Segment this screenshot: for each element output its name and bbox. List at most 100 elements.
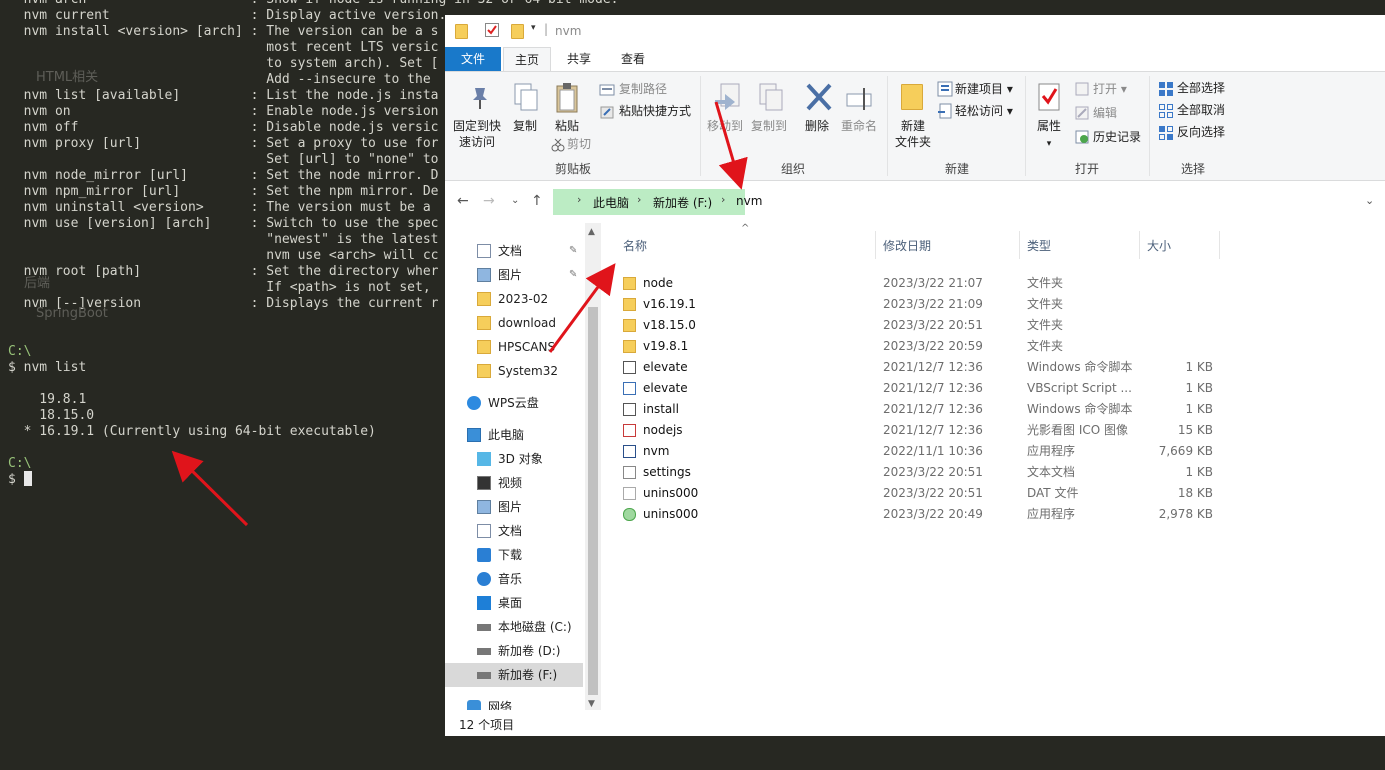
file-row[interactable]: nodejs 2021/12/7 12:36 光影看图 ICO 图像 15 KB (619, 420, 1219, 441)
terminal-line: nvm current : Display active version. (8, 8, 447, 23)
nav-item[interactable]: 音乐 (445, 567, 583, 591)
select-all-button[interactable]: 全部选择 (1177, 79, 1225, 97)
nav-item[interactable]: 图片 ✎ (445, 263, 583, 287)
nav-item[interactable]: 下载 (445, 543, 583, 567)
column-separator[interactable] (1139, 231, 1140, 259)
forward-arrow-icon[interactable]: → (483, 193, 495, 209)
file-row[interactable]: elevate 2021/12/7 12:36 Windows 命令脚本 1 KB (619, 357, 1219, 378)
nav-item-label: 本地磁盘 (C:) (498, 620, 572, 634)
up-arrow-icon[interactable]: ↑ (531, 193, 543, 209)
background-ghost-text: SpringBoot (36, 306, 108, 321)
terminal-line: nvm install <version> [arch] : The versi… (8, 24, 439, 39)
nav-item[interactable]: 视频 (445, 471, 583, 495)
pin-to-quick-access-button[interactable]: 固定到快 速访问 (449, 118, 505, 150)
3d-objects-icon (477, 452, 491, 466)
nav-item[interactable]: 2023-02 (445, 287, 583, 311)
nav-item[interactable]: 3D 对象 (445, 447, 583, 471)
chevron-down-icon[interactable]: ▾ (531, 23, 536, 33)
new-item-button[interactable]: 新建项目 ▾ (955, 80, 1013, 98)
file-date: 2022/11/1 10:36 (883, 444, 983, 458)
rename-icon (845, 86, 875, 115)
nav-item[interactable]: download (445, 311, 583, 335)
file-row[interactable]: v16.19.1 2023/3/22 21:09 文件夹 (619, 294, 1219, 315)
breadcrumb-this-pc[interactable]: 此电脑 (593, 194, 629, 211)
copy-to-button[interactable]: 复制到 (747, 118, 791, 134)
cut-button[interactable]: 剪切 (567, 135, 591, 153)
nav-item[interactable]: 新加卷 (D:) (445, 639, 583, 663)
select-none-button[interactable]: 全部取消 (1177, 101, 1225, 119)
nav-item[interactable]: 桌面 (445, 591, 583, 615)
new-folder-icon[interactable] (511, 24, 524, 39)
tab-home[interactable]: 主页 (503, 47, 551, 71)
file-row[interactable]: settings 2023/3/22 20:51 文本文档 1 KB (619, 462, 1219, 483)
properties-button[interactable]: 属性 ▾ (1031, 118, 1067, 152)
copy-path-button[interactable]: 复制路径 (619, 80, 667, 98)
back-arrow-icon[interactable]: ← (457, 193, 469, 209)
address-dropdown-chevron-icon[interactable]: ⌄ (1365, 194, 1374, 207)
file-name: v16.19.1 (643, 297, 696, 311)
easy-access-button[interactable]: 轻松访问 ▾ (955, 102, 1013, 120)
videos-icon (477, 476, 491, 490)
nav-item[interactable]: 文档 ✎ (445, 239, 583, 263)
tab-view[interactable]: 查看 (611, 47, 655, 71)
nav-item[interactable]: 本地磁盘 (C:) (445, 615, 583, 639)
rename-button[interactable]: 重命名 (837, 118, 881, 134)
scroll-up-icon[interactable]: ▲ (588, 227, 595, 237)
tab-share[interactable]: 共享 (557, 47, 601, 71)
paste-shortcut-button[interactable]: 粘贴快捷方式 (619, 102, 691, 120)
column-separator[interactable] (1219, 231, 1220, 259)
drive-icon (477, 624, 491, 631)
column-header-size[interactable]: 大小 (1147, 237, 1171, 254)
file-row[interactable]: v19.8.1 2023/3/22 20:59 文件夹 (619, 336, 1219, 357)
column-separator[interactable] (1019, 231, 1020, 259)
nav-item[interactable]: System32 (445, 359, 583, 383)
file-type: Windows 命令脚本 (1027, 360, 1133, 374)
column-header-type[interactable]: 类型 (1027, 237, 1051, 254)
edit-button[interactable]: 编辑 (1093, 104, 1117, 122)
file-row[interactable]: v18.15.0 2023/3/22 20:51 文件夹 (619, 315, 1219, 336)
address-bar-empty[interactable] (745, 189, 1375, 215)
properties-icon[interactable] (485, 23, 499, 37)
history-button[interactable]: 历史记录 (1093, 128, 1141, 146)
text-file-icon (623, 466, 636, 479)
navigation-pane: 文档 ✎ 图片 ✎ 2023-02 download HPSCANS System32 WPS云… (445, 223, 600, 714)
file-explorer-window[interactable]: ▾ | nvm 文件 主页 共享 查看 固定到快 速访问 复制 粘贴 复制路径 … (445, 15, 1385, 736)
paste-button[interactable]: 粘贴 (549, 118, 585, 134)
nav-item[interactable]: 此电脑 (445, 423, 583, 447)
open-button[interactable]: 打开 ▾ (1093, 80, 1127, 98)
nav-item[interactable]: 新加卷 (F:) (445, 663, 583, 687)
terminal-line: "newest" is the latest (8, 232, 439, 247)
file-name: unins000 (643, 507, 699, 521)
folder-icon (477, 316, 491, 330)
new-folder-button[interactable]: 新建 文件夹 (891, 118, 935, 150)
nav-scrollbar-thumb[interactable] (588, 307, 598, 695)
file-row[interactable]: unins000 2023/3/22 20:51 DAT 文件 18 KB (619, 483, 1219, 504)
recent-locations-chevron-icon[interactable]: ⌄ (511, 195, 519, 206)
tab-file[interactable]: 文件 (445, 47, 501, 71)
file-row[interactable]: install 2021/12/7 12:36 Windows 命令脚本 1 KB (619, 399, 1219, 420)
nav-item[interactable]: 图片 (445, 495, 583, 519)
invert-selection-button[interactable]: 反向选择 (1177, 123, 1225, 141)
breadcrumb-nvm[interactable]: nvm (736, 194, 762, 208)
column-separator[interactable] (875, 231, 876, 259)
file-row[interactable]: elevate 2021/12/7 12:36 VBScript Script ..… (619, 378, 1219, 399)
file-name: nodejs (643, 423, 683, 437)
folder-icon (623, 340, 636, 353)
nav-item[interactable]: HPSCANS (445, 335, 583, 359)
delete-button[interactable]: 删除 (801, 118, 833, 134)
file-row[interactable]: unins000 2023/3/22 20:49 应用程序 2,978 KB (619, 504, 1219, 525)
file-row[interactable]: node 2023/3/22 21:07 文件夹 (619, 273, 1219, 294)
nav-item[interactable]: 文档 (445, 519, 583, 543)
title-bar[interactable]: ▾ | nvm (445, 15, 1385, 47)
address-bar[interactable] (553, 189, 745, 215)
scroll-down-icon[interactable]: ▼ (588, 699, 595, 709)
copy-to-icon (756, 82, 784, 117)
breadcrumb-drive-f[interactable]: 新加卷 (F:) (653, 194, 712, 211)
pictures-icon (477, 500, 491, 514)
column-header-name[interactable]: 名称 (623, 237, 647, 254)
nav-item[interactable]: WPS云盘 (445, 391, 583, 415)
column-header-date[interactable]: 修改日期 (883, 237, 931, 254)
move-to-button[interactable]: 移动到 (705, 118, 745, 134)
copy-button[interactable]: 复制 (509, 118, 541, 134)
file-row[interactable]: nvm 2022/11/1 10:36 应用程序 7,669 KB (619, 441, 1219, 462)
